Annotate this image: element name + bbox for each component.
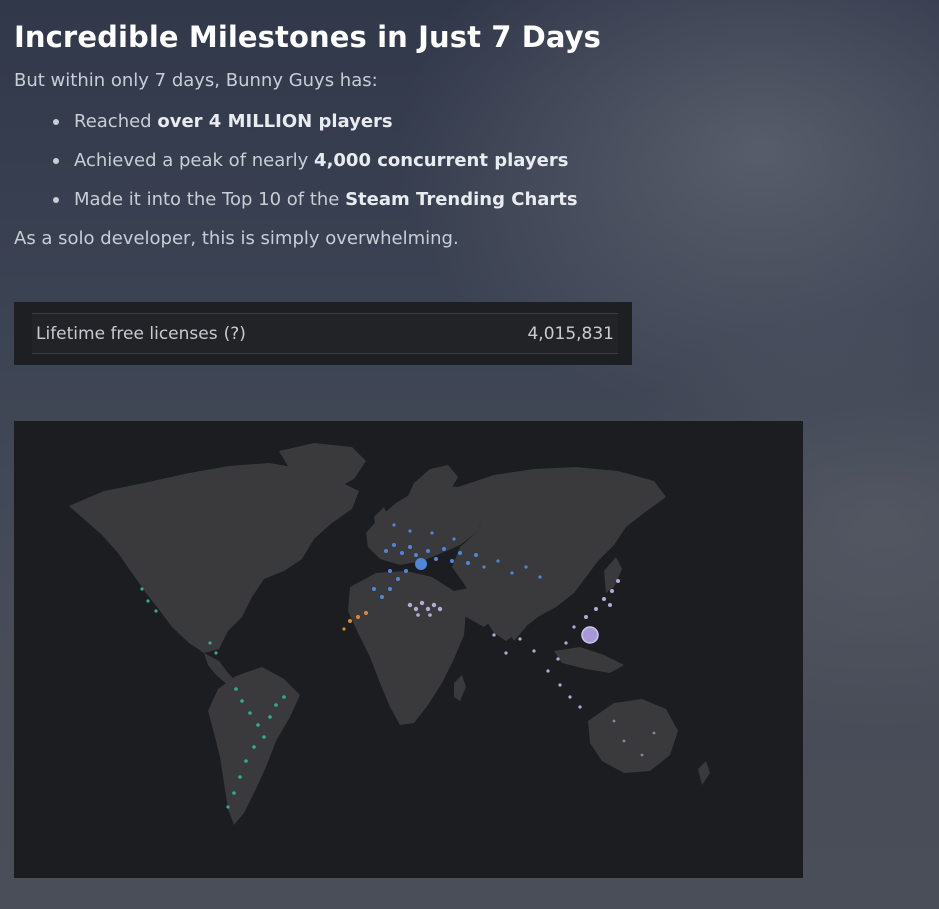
outro-text: As a solo developer, this is simply over… [14, 228, 459, 249]
bullet-prefix: Made it into the Top 10 of the [74, 189, 346, 210]
bullet-bold: over 4 MILLION players [157, 111, 393, 132]
list-item: Made it into the Top 10 of the Steam Tre… [14, 185, 578, 224]
bullet-prefix: Achieved a peak of nearly [74, 150, 315, 171]
player-map-image [14, 421, 803, 878]
list-item: Reached over 4 MILLION players [14, 107, 578, 146]
stats-value: 4,015,831 [527, 323, 614, 344]
bullet-bold: Steam Trending Charts [345, 189, 578, 210]
help-link[interactable]: (?) [224, 324, 246, 344]
intro-text: But within only 7 days, Bunny Guys has: [14, 70, 378, 91]
bullet-dot-icon [53, 197, 59, 203]
bullet-dot-icon [53, 158, 59, 164]
bullet-prefix: Reached [74, 111, 158, 132]
article-title: Incredible Milestones in Just 7 Days [14, 20, 602, 54]
stats-label-group: Lifetime free licenses (?) [36, 324, 246, 344]
stats-label: Lifetime free licenses [36, 323, 218, 344]
world-map-icon [14, 421, 803, 878]
stats-panel: Lifetime free licenses (?) 4,015,831 [14, 302, 632, 365]
bullet-bold: 4,000 concurrent players [314, 150, 569, 171]
bullet-dot-icon [53, 119, 59, 125]
milestones-list: Reached over 4 MILLION players Achieved … [14, 107, 578, 224]
list-item: Achieved a peak of nearly 4,000 concurre… [14, 146, 578, 185]
stats-row: Lifetime free licenses (?) 4,015,831 [32, 313, 618, 354]
